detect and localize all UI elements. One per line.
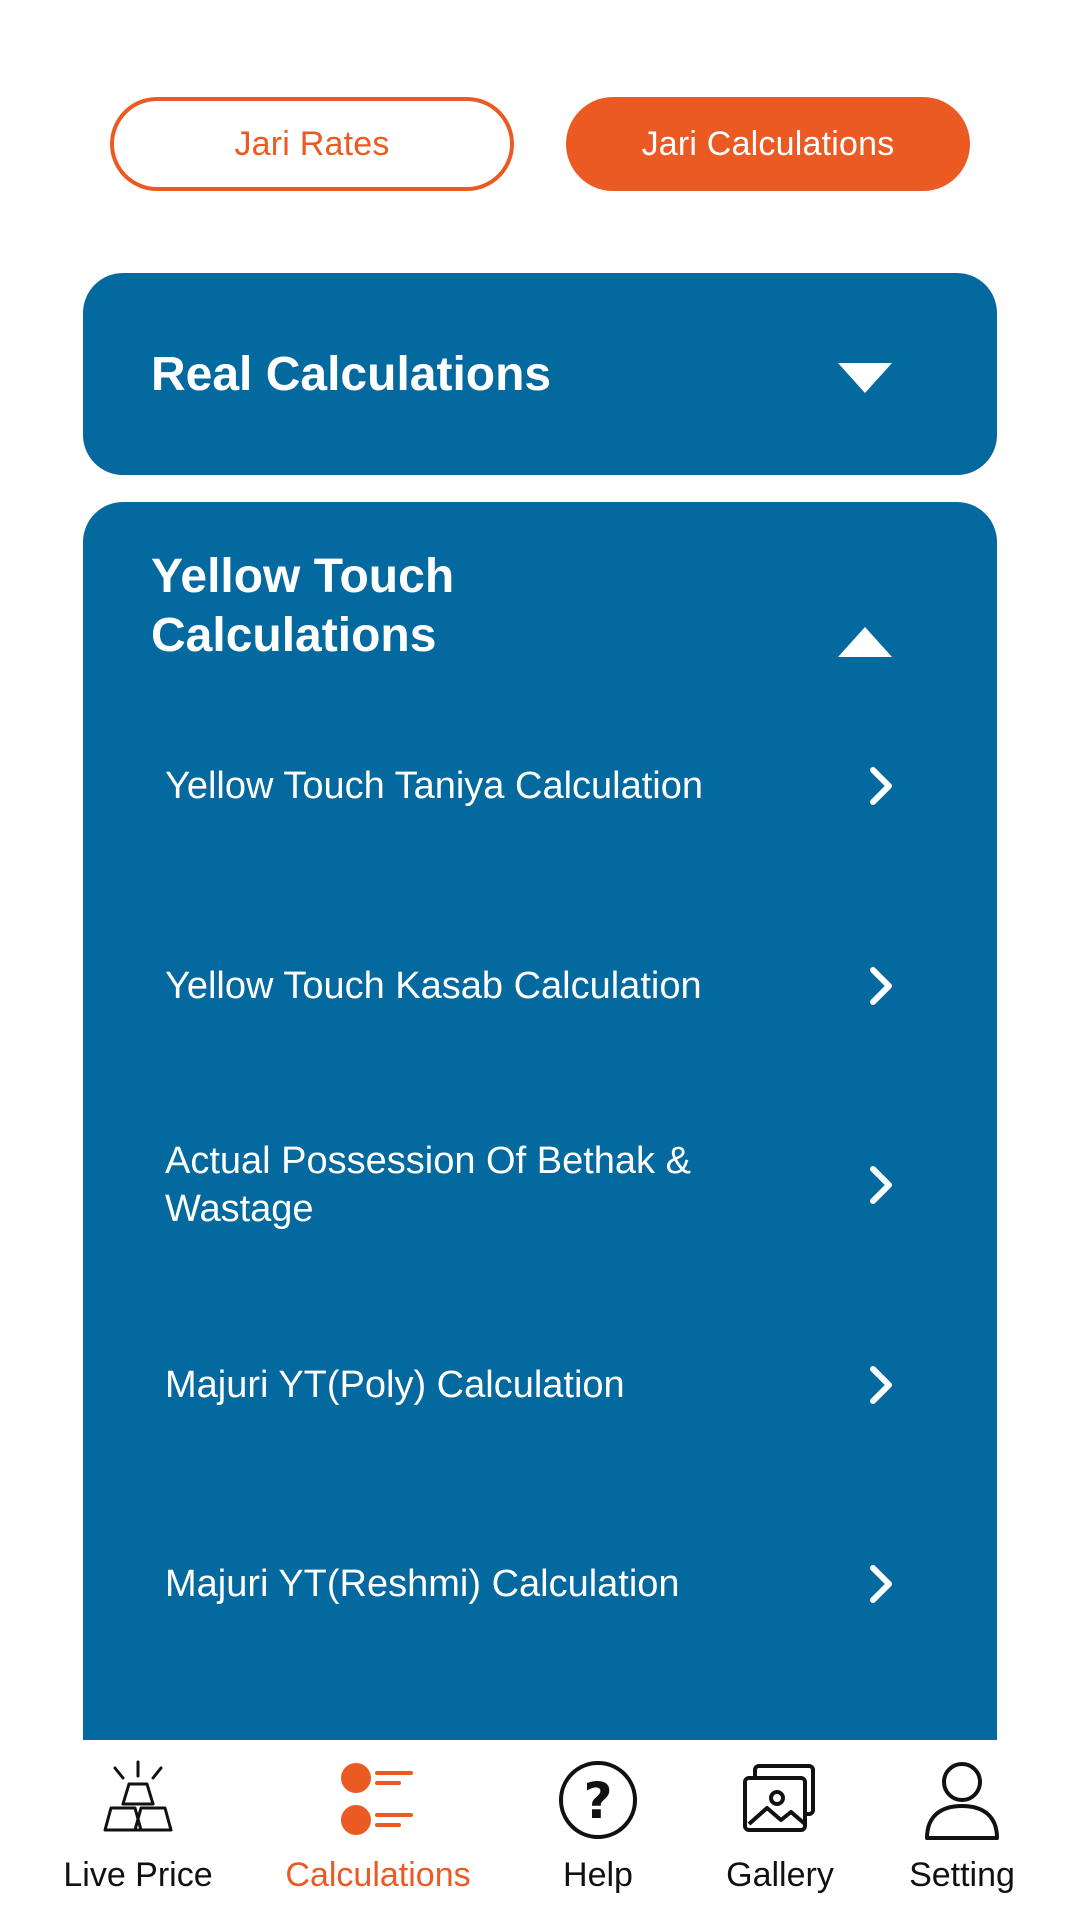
- caret-up-icon: [838, 627, 892, 657]
- list-item-majuri-poly[interactable]: Majuri YT(Poly) Calculation: [165, 1335, 945, 1435]
- jari-calculations-button[interactable]: Jari Calculations: [566, 97, 970, 191]
- nav-item-help[interactable]: ? Help: [498, 1740, 698, 1920]
- yellow-touch-title-line2: Calculations: [151, 609, 437, 662]
- nav-label: Calculations: [285, 1856, 471, 1894]
- list-item-label: Majuri YT(Reshmi) Calculation: [165, 1563, 680, 1605]
- nav-item-gallery[interactable]: Gallery: [680, 1740, 880, 1920]
- list-item-bethak-wastage[interactable]: Actual Possession Of Bethak & Wastage: [165, 1120, 945, 1250]
- list-item-kasab-calculation[interactable]: Yellow Touch Kasab Calculation: [165, 936, 945, 1036]
- real-calculations-title: Real Calculations: [151, 347, 552, 401]
- yellow-touch-calculations-title: Yellow Touch Calculations: [151, 547, 611, 665]
- nav-item-calculations[interactable]: Calculations: [278, 1740, 478, 1920]
- yellow-touch-calculations-accordion: Yellow Touch Calculations Yellow Touch T…: [83, 502, 997, 1902]
- chevron-right-icon: [870, 1166, 892, 1204]
- yellow-touch-title-line1: Yellow Touch: [151, 550, 455, 603]
- nav-label: Help: [563, 1856, 633, 1894]
- svg-text:?: ?: [583, 1772, 612, 1830]
- list-item-label: Majuri YT(Poly) Calculation: [165, 1364, 625, 1406]
- nav-label: Live Price: [63, 1856, 213, 1894]
- list-item-majuri-reshmi[interactable]: Majuri YT(Reshmi) Calculation: [165, 1534, 945, 1634]
- yellow-touch-calculations-header[interactable]: Yellow Touch Calculations: [151, 542, 997, 670]
- real-calculations-header[interactable]: Real Calculations: [151, 273, 997, 475]
- chevron-right-icon: [870, 1366, 892, 1404]
- nav-item-setting[interactable]: Setting: [862, 1740, 1062, 1920]
- app-screen: Jari Rates Jari Calculations Real Calcul…: [0, 0, 1080, 1920]
- nav-label: Gallery: [726, 1856, 834, 1894]
- chevron-right-icon: [870, 767, 892, 805]
- list-item-label: Yellow Touch Kasab Calculation: [165, 965, 702, 1007]
- list-item-label: Yellow Touch Taniya Calculation: [165, 765, 703, 807]
- calculations-list-icon: [341, 1763, 413, 1835]
- list-item-label: Actual Possession Of Bethak & Wastage: [165, 1140, 691, 1230]
- chevron-right-icon: [870, 1565, 892, 1603]
- gallery-icon: [743, 1764, 815, 1832]
- bottom-navigation: Live Price Calculations ? Help Gallery S…: [0, 1740, 1080, 1920]
- nav-label: Setting: [909, 1856, 1015, 1894]
- user-icon: [925, 1762, 999, 1840]
- real-calculations-accordion[interactable]: Real Calculations: [83, 273, 997, 475]
- help-icon: ?: [559, 1761, 637, 1839]
- chevron-right-icon: [870, 967, 892, 1005]
- gold-bars-icon: [103, 1760, 173, 1832]
- caret-down-icon: [838, 363, 892, 393]
- nav-item-live-price[interactable]: Live Price: [38, 1740, 238, 1920]
- jari-rates-button[interactable]: Jari Rates: [110, 97, 514, 191]
- list-item-taniya-calculation[interactable]: Yellow Touch Taniya Calculation: [165, 736, 945, 836]
